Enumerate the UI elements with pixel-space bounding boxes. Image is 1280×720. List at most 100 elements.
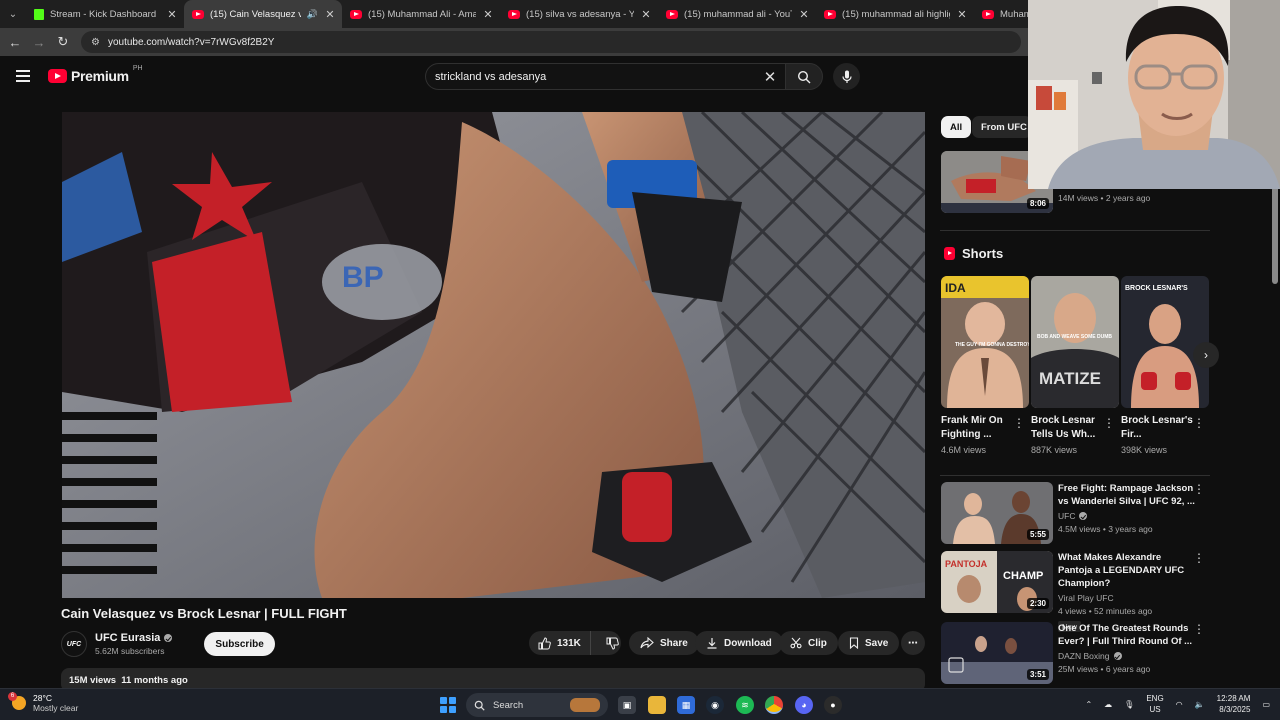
network-app-icon[interactable]: ☁ — [1104, 700, 1112, 709]
spotify-icon[interactable]: ≋ — [736, 696, 754, 714]
tab-muhammad-ali-youtube[interactable]: (15) muhammad ali - YouTube ✕ — [658, 0, 816, 28]
start-button[interactable] — [440, 697, 456, 713]
back-button[interactable]: ← — [3, 35, 27, 50]
more-vertical-icon[interactable]: ⋮ — [1013, 416, 1025, 430]
close-icon[interactable]: ✕ — [166, 8, 178, 21]
subscribe-button[interactable]: Subscribe — [204, 632, 275, 656]
site-info-icon[interactable]: ⚙ — [91, 37, 100, 48]
video-player[interactable]: BP — [62, 112, 925, 598]
tab-muhammad-ali-highlights[interactable]: (15) muhammad ali highlights ✕ — [816, 0, 974, 28]
close-icon[interactable]: ✕ — [482, 8, 494, 21]
svg-text:MATIZE: MATIZE — [1039, 369, 1101, 388]
dislike-button[interactable] — [597, 637, 628, 650]
download-button[interactable]: Download — [695, 631, 783, 655]
short-item[interactable]: IDA THE GUY I'M GONNA DESTROY Frank Mir … — [941, 276, 1029, 455]
thumbnail-image: IDA THE GUY I'M GONNA DESTROY — [941, 276, 1029, 408]
close-icon[interactable]: ✕ — [324, 8, 336, 21]
svg-text:BROCK LESNAR'S: BROCK LESNAR'S — [1125, 285, 1188, 292]
close-icon[interactable]: ✕ — [798, 8, 810, 21]
video-channel: DAZN Boxing — [1058, 651, 1110, 661]
video-title: Cain Velasquez vs Brock Lesnar | FULL FI… — [61, 606, 347, 621]
share-button[interactable]: Share — [629, 631, 699, 655]
search-input[interactable]: strickland vs adesanya ✕ — [425, 63, 785, 90]
short-views: 887K views — [1031, 445, 1078, 455]
tab-title: (15) muhammad ali highlights — [842, 8, 950, 20]
thumbnail-image: MATIZE BOB AND WEAVE SOME DUMB — [1031, 276, 1119, 408]
discord-icon[interactable]: ◕ — [795, 696, 813, 714]
app-icon[interactable]: ● — [824, 696, 842, 714]
voice-search-button[interactable] — [833, 63, 860, 90]
language-indicator[interactable]: ENG US — [1146, 693, 1163, 715]
shorts-icon — [944, 247, 955, 260]
store-icon[interactable]: ▦ — [677, 696, 695, 714]
chrome-icon[interactable] — [765, 696, 783, 714]
tab-cain-velasquez[interactable]: (15) Cain Velasquez vs Broc 🔊 ✕ — [184, 0, 342, 28]
clear-search-icon[interactable]: ✕ — [755, 68, 785, 86]
channel-name-row[interactable]: UFC Eurasia — [95, 632, 173, 644]
recommended-video[interactable]: 5:55 Free Fight: Rampage Jackson vs Wand… — [941, 482, 1211, 544]
recommended-video[interactable]: 3:51 One Of The Greatest Rounds Ever? | … — [941, 622, 1211, 684]
close-icon[interactable]: ✕ — [640, 8, 652, 21]
more-vertical-icon[interactable]: ⋮ — [1193, 622, 1205, 636]
clip-button[interactable]: Clip — [779, 631, 838, 655]
chevron-up-icon[interactable]: ⌃ — [1085, 700, 1092, 709]
more-vertical-icon[interactable]: ⋮ — [1193, 551, 1205, 565]
shorts-next-button[interactable]: › — [1193, 342, 1219, 368]
youtube-icon — [982, 9, 994, 19]
more-vertical-icon[interactable]: ⋮ — [1193, 416, 1205, 430]
clip-label: Clip — [808, 637, 827, 649]
microphone-icon[interactable]: 🎙 — [1124, 700, 1134, 709]
tab-search-button[interactable]: ⌄ — [0, 0, 26, 28]
save-button[interactable]: Save — [838, 631, 900, 655]
volume-icon[interactable]: 🔈 — [1195, 700, 1205, 709]
close-icon[interactable]: ✕ — [956, 8, 968, 21]
video-channel-row: DAZN Boxing — [1058, 651, 1198, 661]
taskbar-search[interactable]: Search — [466, 693, 608, 717]
file-explorer-icon[interactable] — [648, 696, 666, 714]
like-count: 131K — [557, 637, 581, 649]
recommended-video[interactable]: PANTOJA CHAMP 2:30 What Makes Alexandre … — [941, 551, 1211, 632]
chip-all[interactable]: All — [941, 116, 972, 138]
short-item[interactable]: BROCK LESNAR'S Brock Lesnar's Fir... 398… — [1121, 276, 1209, 455]
notifications-icon[interactable]: ▭ — [1262, 700, 1270, 709]
more-vertical-icon[interactable]: ⋮ — [1193, 482, 1205, 496]
scissors-icon — [790, 637, 802, 649]
url-field[interactable]: ⚙ youtube.com/watch?v=7rWGv8f2B2Y — [81, 31, 1021, 53]
short-item[interactable]: MATIZE BOB AND WEAVE SOME DUMB Brock Les… — [1031, 276, 1119, 455]
search-button[interactable] — [785, 63, 823, 90]
menu-icon[interactable] — [16, 70, 30, 82]
short-thumbnail: IDA THE GUY I'M GONNA DESTROY — [941, 276, 1029, 408]
reload-button[interactable]: ↻ — [51, 34, 75, 50]
logo-word: Premium — [71, 68, 129, 84]
svg-text:THE GUY I'M GONNA DESTROY: THE GUY I'M GONNA DESTROY — [955, 342, 1029, 348]
tab-silva-vs-adesanya[interactable]: (15) silva vs adesanya - YouTub ✕ — [500, 0, 658, 28]
like-button[interactable]: 131K — [529, 631, 591, 655]
clock[interactable]: 12:28 AM 8/3/2025 — [1217, 693, 1251, 715]
short-title: Frank Mir On Fighting ... — [941, 415, 1003, 440]
save-label: Save — [865, 637, 889, 649]
wifi-icon[interactable]: ◠ — [1176, 700, 1183, 709]
weather-widget[interactable]: 6 28°C Mostly clear — [8, 692, 78, 713]
svg-text:IDA: IDA — [945, 281, 966, 295]
task-view-icon[interactable]: ▣ — [618, 696, 636, 714]
tab-kick-dashboard[interactable]: Stream - Kick Dashboard ✕ — [26, 0, 184, 28]
video-title: What Makes Alexandre Pantoja a LEGENDARY… — [1058, 552, 1185, 589]
weather-icon: 6 — [8, 692, 26, 710]
tab-muhammad-ali-amazing[interactable]: (15) Muhammad Ali - Amazing ✕ — [342, 0, 500, 28]
video-duration: 5:55 — [1026, 529, 1049, 540]
tab-muhammad-partial[interactable]: Muhamm — [974, 0, 1034, 28]
tab-title: (15) Cain Velasquez vs Broc — [210, 8, 301, 20]
channel-name[interactable]: UFC Eurasia — [95, 632, 160, 644]
weather-temp: 28°C — [33, 693, 52, 703]
channel-avatar[interactable]: UFC — [61, 631, 87, 657]
notification-badge: 6 — [8, 692, 17, 701]
forward-button[interactable]: → — [27, 35, 51, 50]
channel-info: UFC Eurasia 5.62M subscribers — [95, 632, 173, 656]
chip-from-ufc[interactable]: From UFC E — [972, 116, 1032, 138]
steam-icon[interactable]: ◉ — [706, 696, 724, 714]
more-actions-button[interactable]: ⋯ — [901, 631, 925, 655]
youtube-premium-logo[interactable]: Premium PH — [48, 65, 143, 84]
speaker-icon[interactable]: 🔊 — [307, 9, 318, 20]
search-icon — [474, 700, 485, 711]
more-vertical-icon[interactable]: ⋮ — [1103, 416, 1115, 430]
